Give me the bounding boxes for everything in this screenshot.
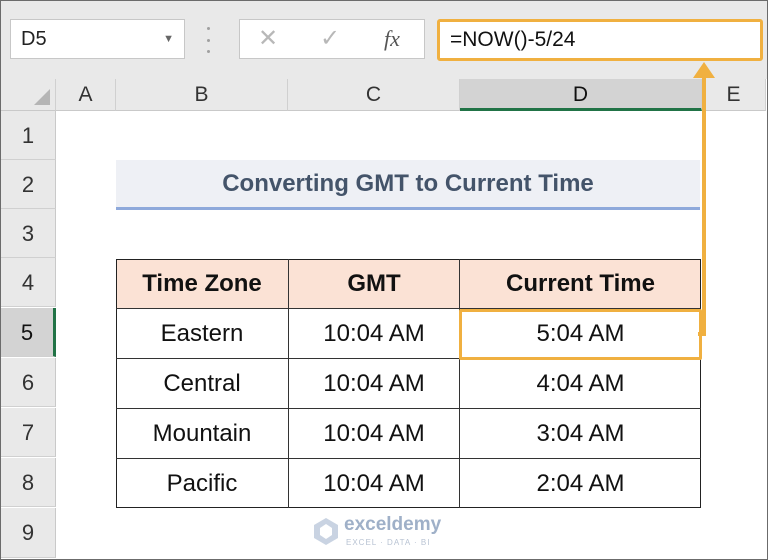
sheet-title[interactable]: Converting GMT to Current Time <box>116 160 700 210</box>
table-cell-zone[interactable]: Eastern <box>116 309 288 359</box>
row-header-9[interactable]: 9 <box>1 508 56 558</box>
row-header-1[interactable]: 1 <box>1 111 56 160</box>
column-header-d[interactable]: D <box>460 79 702 111</box>
row-header-4[interactable]: 4 <box>1 258 56 307</box>
table-divider <box>459 259 460 508</box>
column-header-b[interactable]: B <box>116 79 288 111</box>
table-header-time-zone[interactable]: Time Zone <box>116 259 288 309</box>
insert-function-icon[interactable]: fx <box>372 20 412 58</box>
table-cell-current[interactable]: 3:04 AM <box>460 409 701 459</box>
enter-icon[interactable]: ✓ <box>310 20 350 58</box>
select-all-button[interactable] <box>1 79 56 111</box>
column-header-c[interactable]: C <box>288 79 460 111</box>
row-header-6[interactable]: 6 <box>1 358 56 407</box>
table-cell-gmt[interactable]: 10:04 AM <box>288 359 460 409</box>
formula-input[interactable]: =NOW()-5/24 <box>437 19 763 61</box>
table-divider <box>116 458 701 459</box>
formula-buttons: ✕ ✓ fx <box>239 19 425 59</box>
exceldemy-logo-icon <box>314 518 338 545</box>
row-header-8[interactable]: 8 <box>1 458 56 507</box>
arrow-up-icon <box>693 62 715 78</box>
watermark-tagline: EXCEL · DATA · BI <box>346 538 431 547</box>
table-divider <box>288 259 289 508</box>
row-header-7[interactable]: 7 <box>1 408 56 457</box>
name-box[interactable]: D5 ▼ <box>10 19 185 59</box>
callout-arrow <box>702 76 706 336</box>
selected-cell-highlight <box>459 309 702 360</box>
name-box-value: D5 <box>21 28 47 50</box>
drag-handle-icon[interactable] <box>205 27 211 53</box>
table-cell-zone[interactable]: Mountain <box>116 409 288 459</box>
watermark-name: exceldemy <box>344 514 442 535</box>
table-cell-gmt[interactable]: 10:04 AM <box>288 409 460 459</box>
table-cell-zone[interactable]: Pacific <box>116 459 288 508</box>
table-cell-gmt[interactable]: 10:04 AM <box>288 309 460 359</box>
table-divider <box>116 408 701 409</box>
watermark-logo: exceldemy EXCEL · DATA · BI <box>312 512 472 552</box>
formula-bar: D5 ▼ ✕ ✓ fx =NOW()-5/24 <box>1 1 767 79</box>
table-cell-zone[interactable]: Central <box>116 359 288 409</box>
table-cell-current[interactable]: 4:04 AM <box>460 359 701 409</box>
table-cell-current[interactable]: 2:04 AM <box>460 459 701 508</box>
row-header-5[interactable]: 5 <box>1 308 56 357</box>
select-all-icon <box>34 89 50 105</box>
callout-arrow-connector <box>698 332 706 336</box>
table-header-gmt[interactable]: GMT <box>288 259 460 309</box>
table-header-current-time[interactable]: Current Time <box>460 259 701 309</box>
column-header-e[interactable]: E <box>702 79 766 111</box>
row-header-2[interactable]: 2 <box>1 160 56 209</box>
cancel-icon[interactable]: ✕ <box>248 20 288 58</box>
column-header-a[interactable]: A <box>56 79 116 111</box>
chevron-down-icon[interactable]: ▼ <box>163 20 174 58</box>
row-header-3[interactable]: 3 <box>1 209 56 258</box>
table-cell-gmt[interactable]: 10:04 AM <box>288 459 460 508</box>
